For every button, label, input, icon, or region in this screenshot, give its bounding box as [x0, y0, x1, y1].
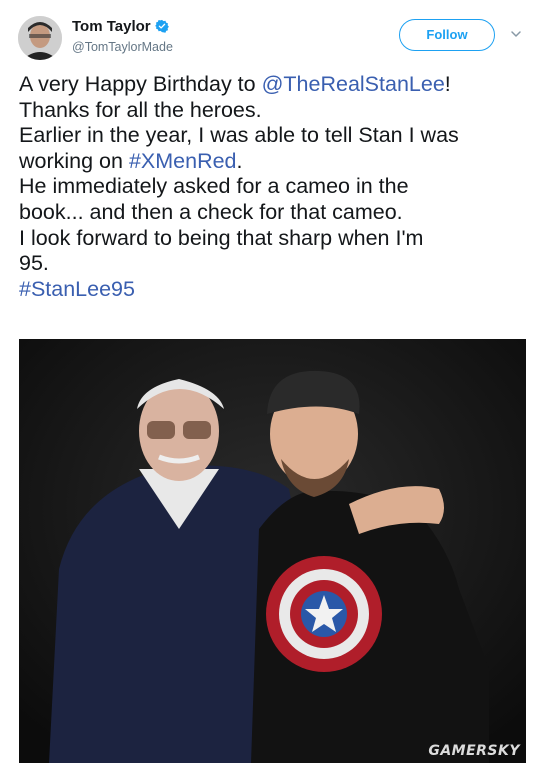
- display-name-text[interactable]: Tom Taylor: [72, 18, 151, 35]
- user-handle[interactable]: @TomTaylorMade: [72, 39, 173, 55]
- tweet-photo[interactable]: GAMERSKY: [19, 339, 526, 763]
- tweet-line: Thanks for all the heroes.: [19, 97, 262, 122]
- watermark: GAMERSKY: [428, 743, 520, 759]
- hashtag-link[interactable]: #XMenRed: [129, 149, 237, 173]
- tweet-line: A very Happy Birthday to @TheRealStanLee…: [19, 72, 451, 96]
- avatar[interactable]: [18, 16, 62, 60]
- chevron-down-icon[interactable]: [510, 29, 522, 39]
- tweet-line: working on #XMenRed.: [19, 148, 243, 173]
- tweet-line: He immediately asked for a cameo in the: [19, 174, 409, 199]
- photo-image: [19, 339, 526, 763]
- tweet-line: book... and then a check for that cameo.: [19, 199, 403, 224]
- tweet-header: Tom Taylor @TomTaylorMade Follow: [0, 0, 550, 70]
- mention-link[interactable]: @TheRealStanLee: [262, 72, 445, 96]
- verified-badge-icon: [154, 19, 169, 33]
- tweet-line: #StanLee95: [19, 277, 534, 303]
- tweet-text: A very Happy Birthday to @TheRealStanLee…: [19, 72, 534, 302]
- tweet-line: 95.: [19, 251, 49, 276]
- tweet-line: I look forward to being that sharp when …: [19, 225, 424, 250]
- tweet-line: Earlier in the year, I was able to tell …: [19, 123, 459, 148]
- hashtag-link[interactable]: #StanLee95: [19, 277, 135, 301]
- avatar-image: [18, 16, 62, 60]
- display-name[interactable]: Tom Taylor: [72, 18, 169, 36]
- follow-button[interactable]: Follow: [399, 19, 495, 51]
